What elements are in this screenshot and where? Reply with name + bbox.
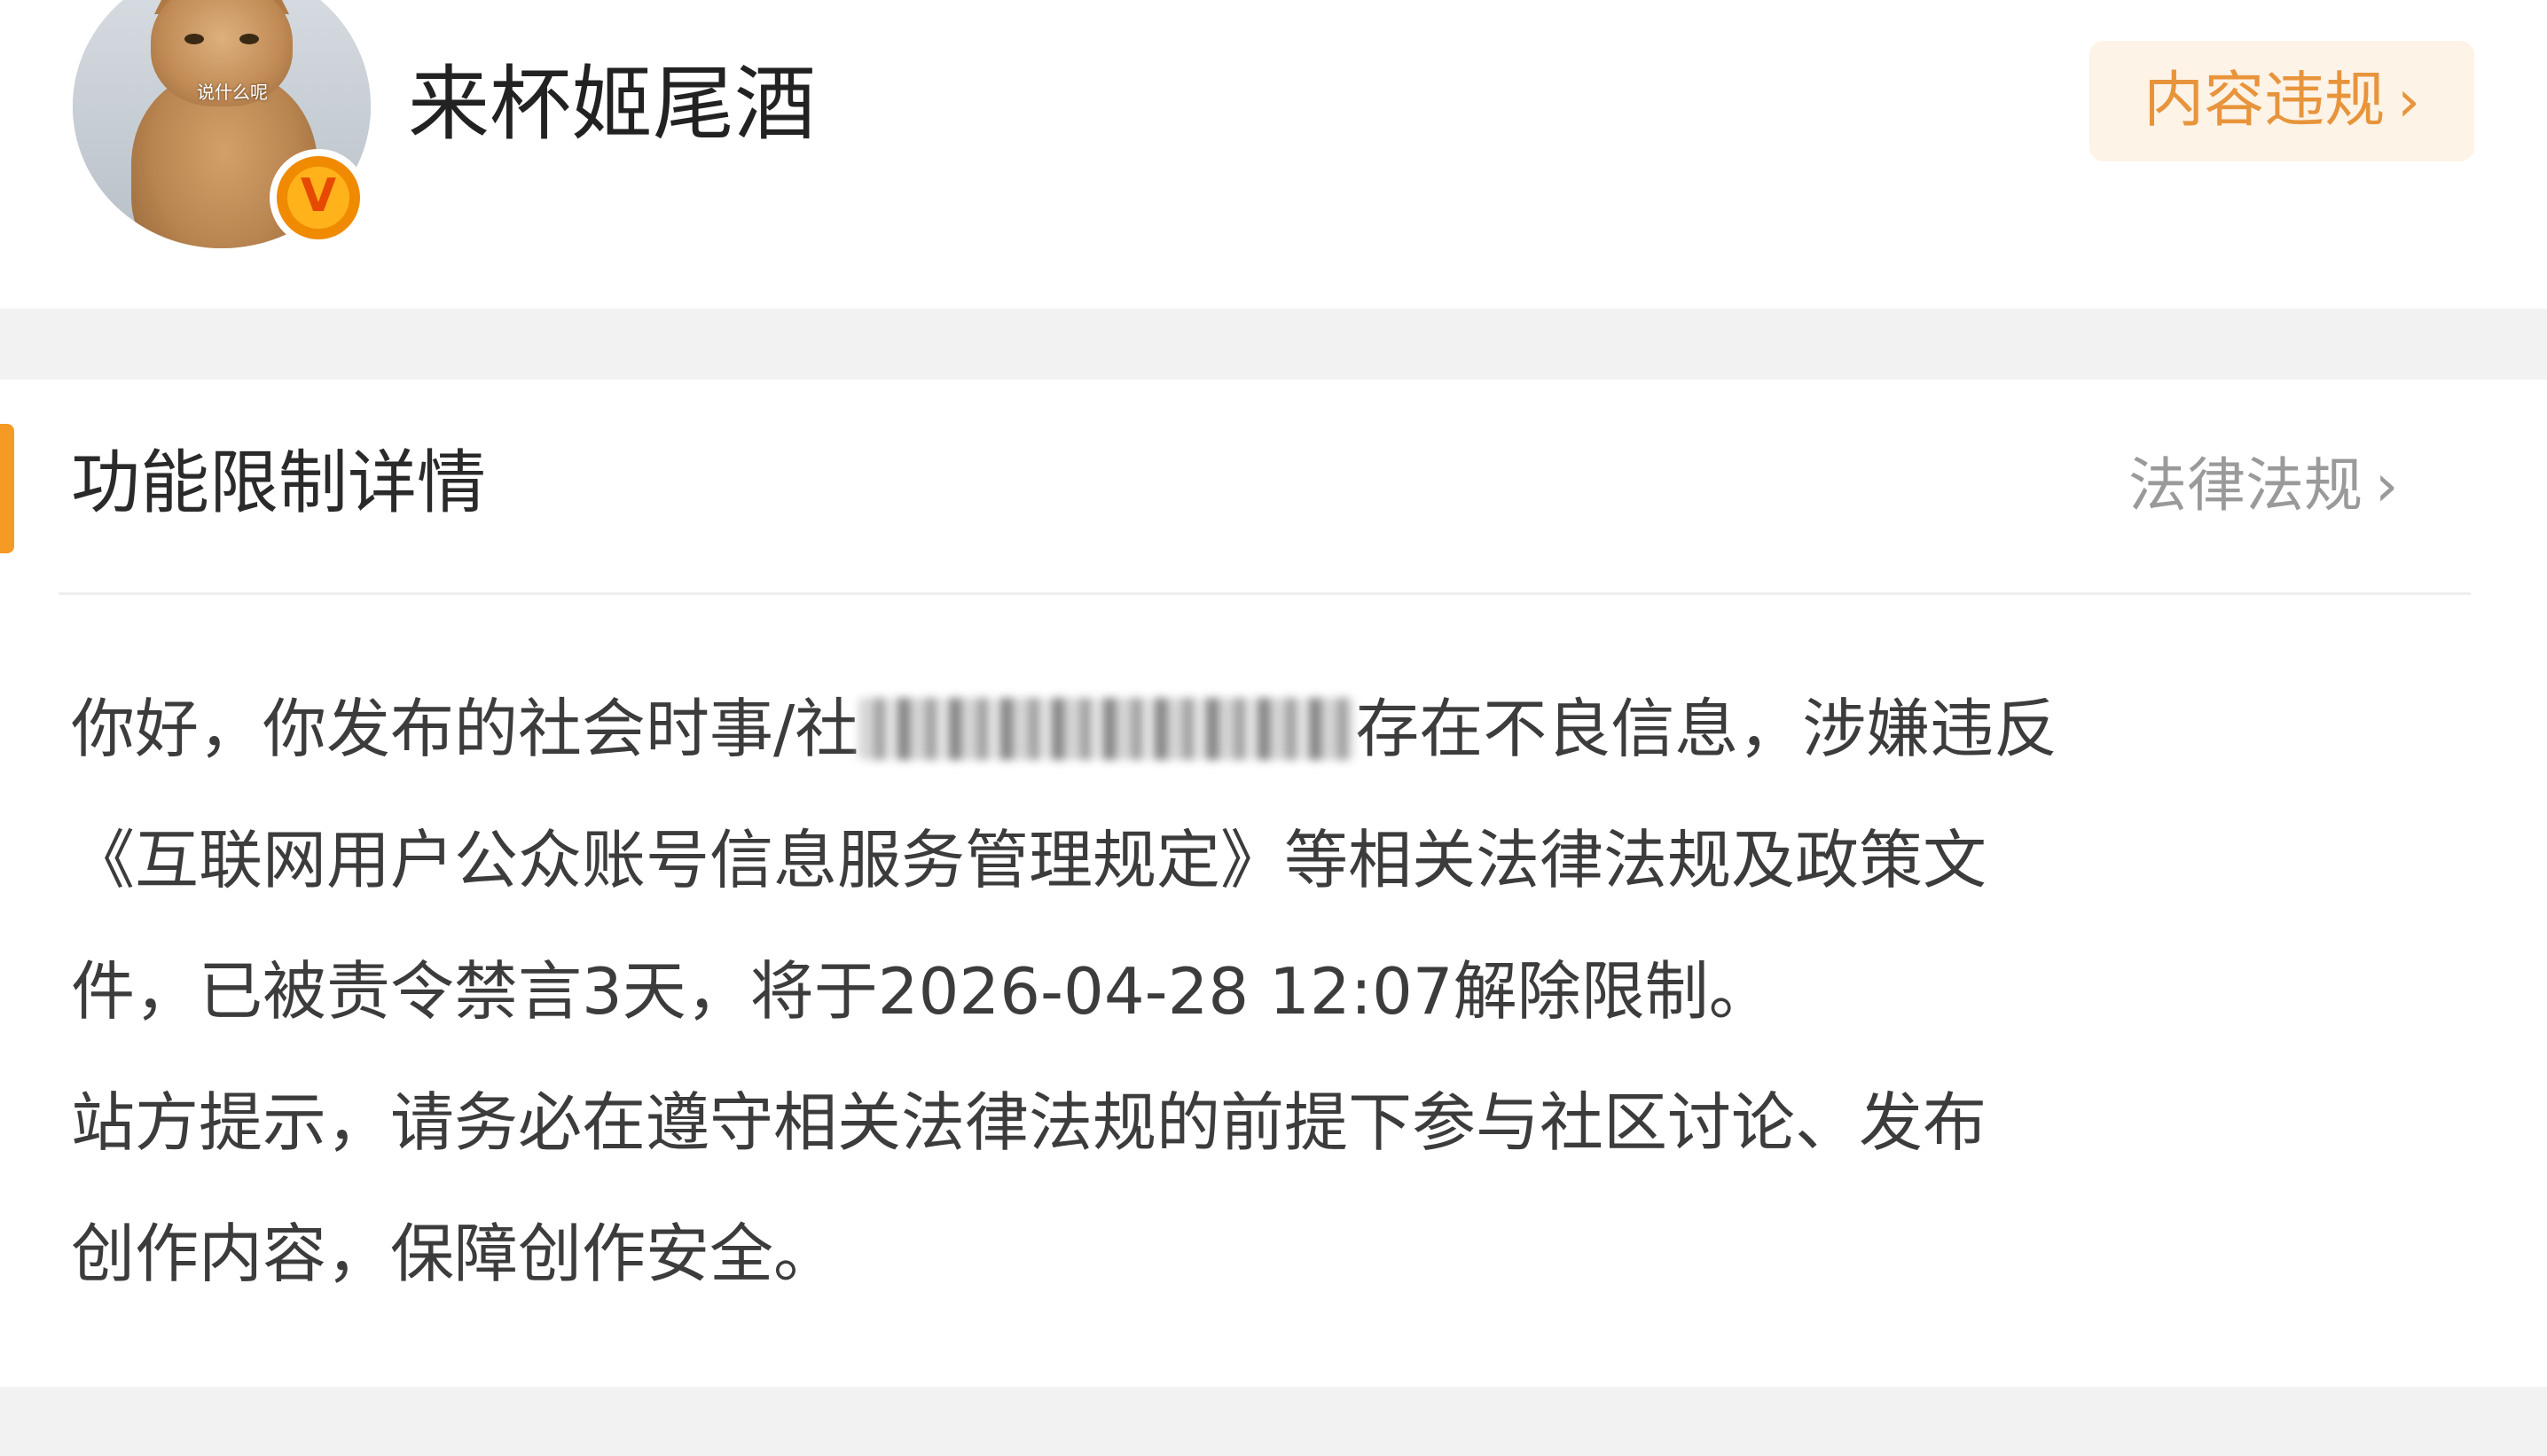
- restriction-notice: 你好，你发布的社会时事/社 存在不良信息，涉嫌违反 《互联网用户公众账号信息服务管…: [71, 663, 2483, 1319]
- verified-v-mark: V: [300, 169, 337, 223]
- notice-line-3: 件，已被责令禁言3天，将于2026-04-28 12:07解除限制。: [71, 954, 1773, 1029]
- redacted-text: [858, 698, 1356, 760]
- chevron-right-icon: ›: [2375, 451, 2399, 520]
- section-title: 功能限制详情: [71, 443, 487, 523]
- page: 说什么呢 V 来杯姬尾酒 内容违规 › 功能限制详情 法律法规 › 你好，你发布的社…: [0, 0, 2547, 1456]
- content-violation-button[interactable]: 内容违规 ›: [2089, 41, 2474, 161]
- laws-regulations-label: 法律法规: [2128, 451, 2363, 520]
- profile-header: 说什么呢 V 来杯姬尾酒 内容违规 ›: [0, 0, 2547, 309]
- laws-regulations-link[interactable]: 法律法规 ›: [2128, 443, 2398, 528]
- bottom-spacer: [0, 1387, 2547, 1456]
- notice-line-4: 站方提示，请务必在遵守相关法律法规的前提下参与社区讨论、发布: [71, 1085, 1987, 1160]
- avatar-caption: 说什么呢: [197, 82, 268, 103]
- notice-line-1: 你好，你发布的社会时事/社 存在不良信息，涉嫌违反: [71, 692, 2058, 766]
- verified-badge-icon: V: [270, 149, 367, 247]
- notice-line-2: 《互联网用户公众账号信息服务管理规定》等相关法律法规及政策文: [71, 823, 1987, 897]
- divider: [59, 592, 2471, 595]
- chevron-right-icon: ›: [2397, 69, 2420, 135]
- content-violation-label: 内容违规: [2143, 66, 2386, 136]
- username: 来杯姬尾酒: [408, 57, 817, 152]
- section-accent-bar: [0, 424, 14, 553]
- restriction-detail-card: 功能限制详情 法律法规 › 你好，你发布的社会时事/社 存在不良信息，涉嫌违反 《互…: [0, 380, 2547, 1387]
- notice-line-5: 创作内容，保障创作安全。: [71, 1217, 838, 1291]
